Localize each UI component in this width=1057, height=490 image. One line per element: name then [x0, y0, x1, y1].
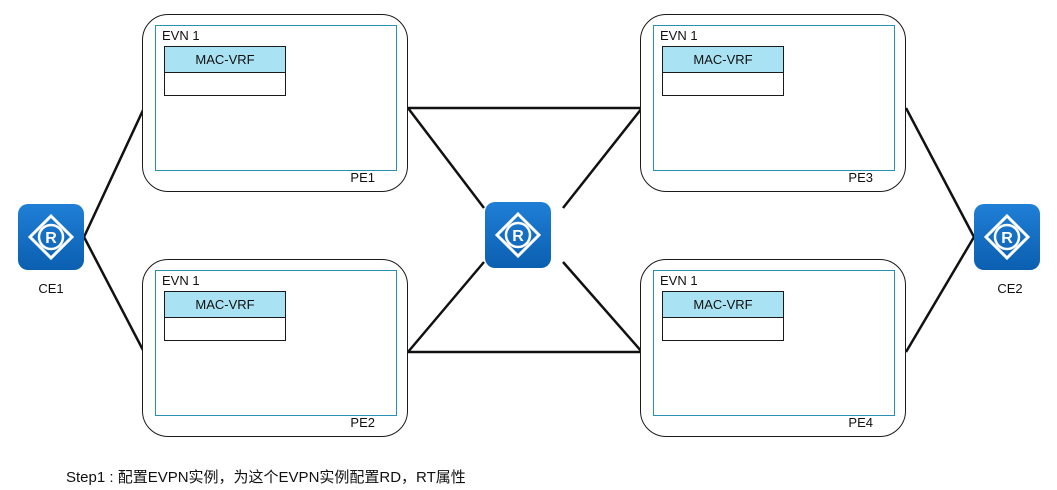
- evn-label: EVN 1: [660, 28, 698, 43]
- router-icon: R: [27, 213, 75, 261]
- link-pe3-ce2: [904, 107, 976, 238]
- link-pe4-ce2: [904, 236, 976, 353]
- ce2-router: R: [974, 204, 1040, 270]
- pe4-node: EVN 1 MAC-VRF PE4: [640, 259, 906, 437]
- pe1-label: PE1: [350, 170, 375, 185]
- link-ce1-pe2: [82, 236, 146, 353]
- mac-vrf-header: MAC-VRF: [663, 47, 783, 73]
- pe3-label: PE3: [848, 170, 873, 185]
- mac-vrf-header: MAC-VRF: [663, 292, 783, 318]
- link-pe2-p: [407, 261, 485, 353]
- ce1-label: CE1: [38, 281, 64, 296]
- ce1-router: R: [18, 204, 84, 270]
- link-p-pe3: [562, 107, 643, 209]
- svg-text:R: R: [45, 230, 57, 247]
- p-router: R: [485, 202, 551, 268]
- pe4-label: PE4: [848, 415, 873, 430]
- mac-vrf-header: MAC-VRF: [165, 47, 285, 73]
- evn-instance: EVN 1 MAC-VRF: [155, 25, 397, 171]
- mac-vrf-table: MAC-VRF: [662, 46, 784, 96]
- evpn-topology-diagram: EVN 1 MAC-VRF PE1 EVN 1 MAC-VRF PE2 EVN …: [0, 0, 1057, 490]
- router-icon: R: [494, 211, 542, 259]
- pe2-label: PE2: [350, 415, 375, 430]
- evn-instance: EVN 1 MAC-VRF: [155, 270, 397, 416]
- mac-vrf-table: MAC-VRF: [164, 46, 286, 96]
- pe3-node: EVN 1 MAC-VRF PE3: [640, 14, 906, 192]
- svg-text:R: R: [1001, 230, 1013, 247]
- mac-vrf-table: MAC-VRF: [662, 291, 784, 341]
- evn-label: EVN 1: [162, 273, 200, 288]
- mac-vrf-table: MAC-VRF: [164, 291, 286, 341]
- svg-text:R: R: [512, 228, 524, 245]
- mac-vrf-header: MAC-VRF: [165, 292, 285, 318]
- pe1-node: EVN 1 MAC-VRF PE1: [142, 14, 408, 192]
- router-icon: R: [983, 213, 1031, 261]
- evn-instance: EVN 1 MAC-VRF: [653, 270, 895, 416]
- evn-label: EVN 1: [660, 273, 698, 288]
- link-pe1-p: [407, 107, 485, 209]
- ce2-label: CE2: [997, 281, 1023, 296]
- pe2-node: EVN 1 MAC-VRF PE2: [142, 259, 408, 437]
- link-p-pe4: [562, 261, 643, 353]
- evn-label: EVN 1: [162, 28, 200, 43]
- evn-instance: EVN 1 MAC-VRF: [653, 25, 895, 171]
- link-ce1-pe1: [82, 107, 146, 238]
- step-description: Step1 : 配置EVPN实例，为这个EVPN实例配置RD，RT属性: [66, 469, 466, 486]
